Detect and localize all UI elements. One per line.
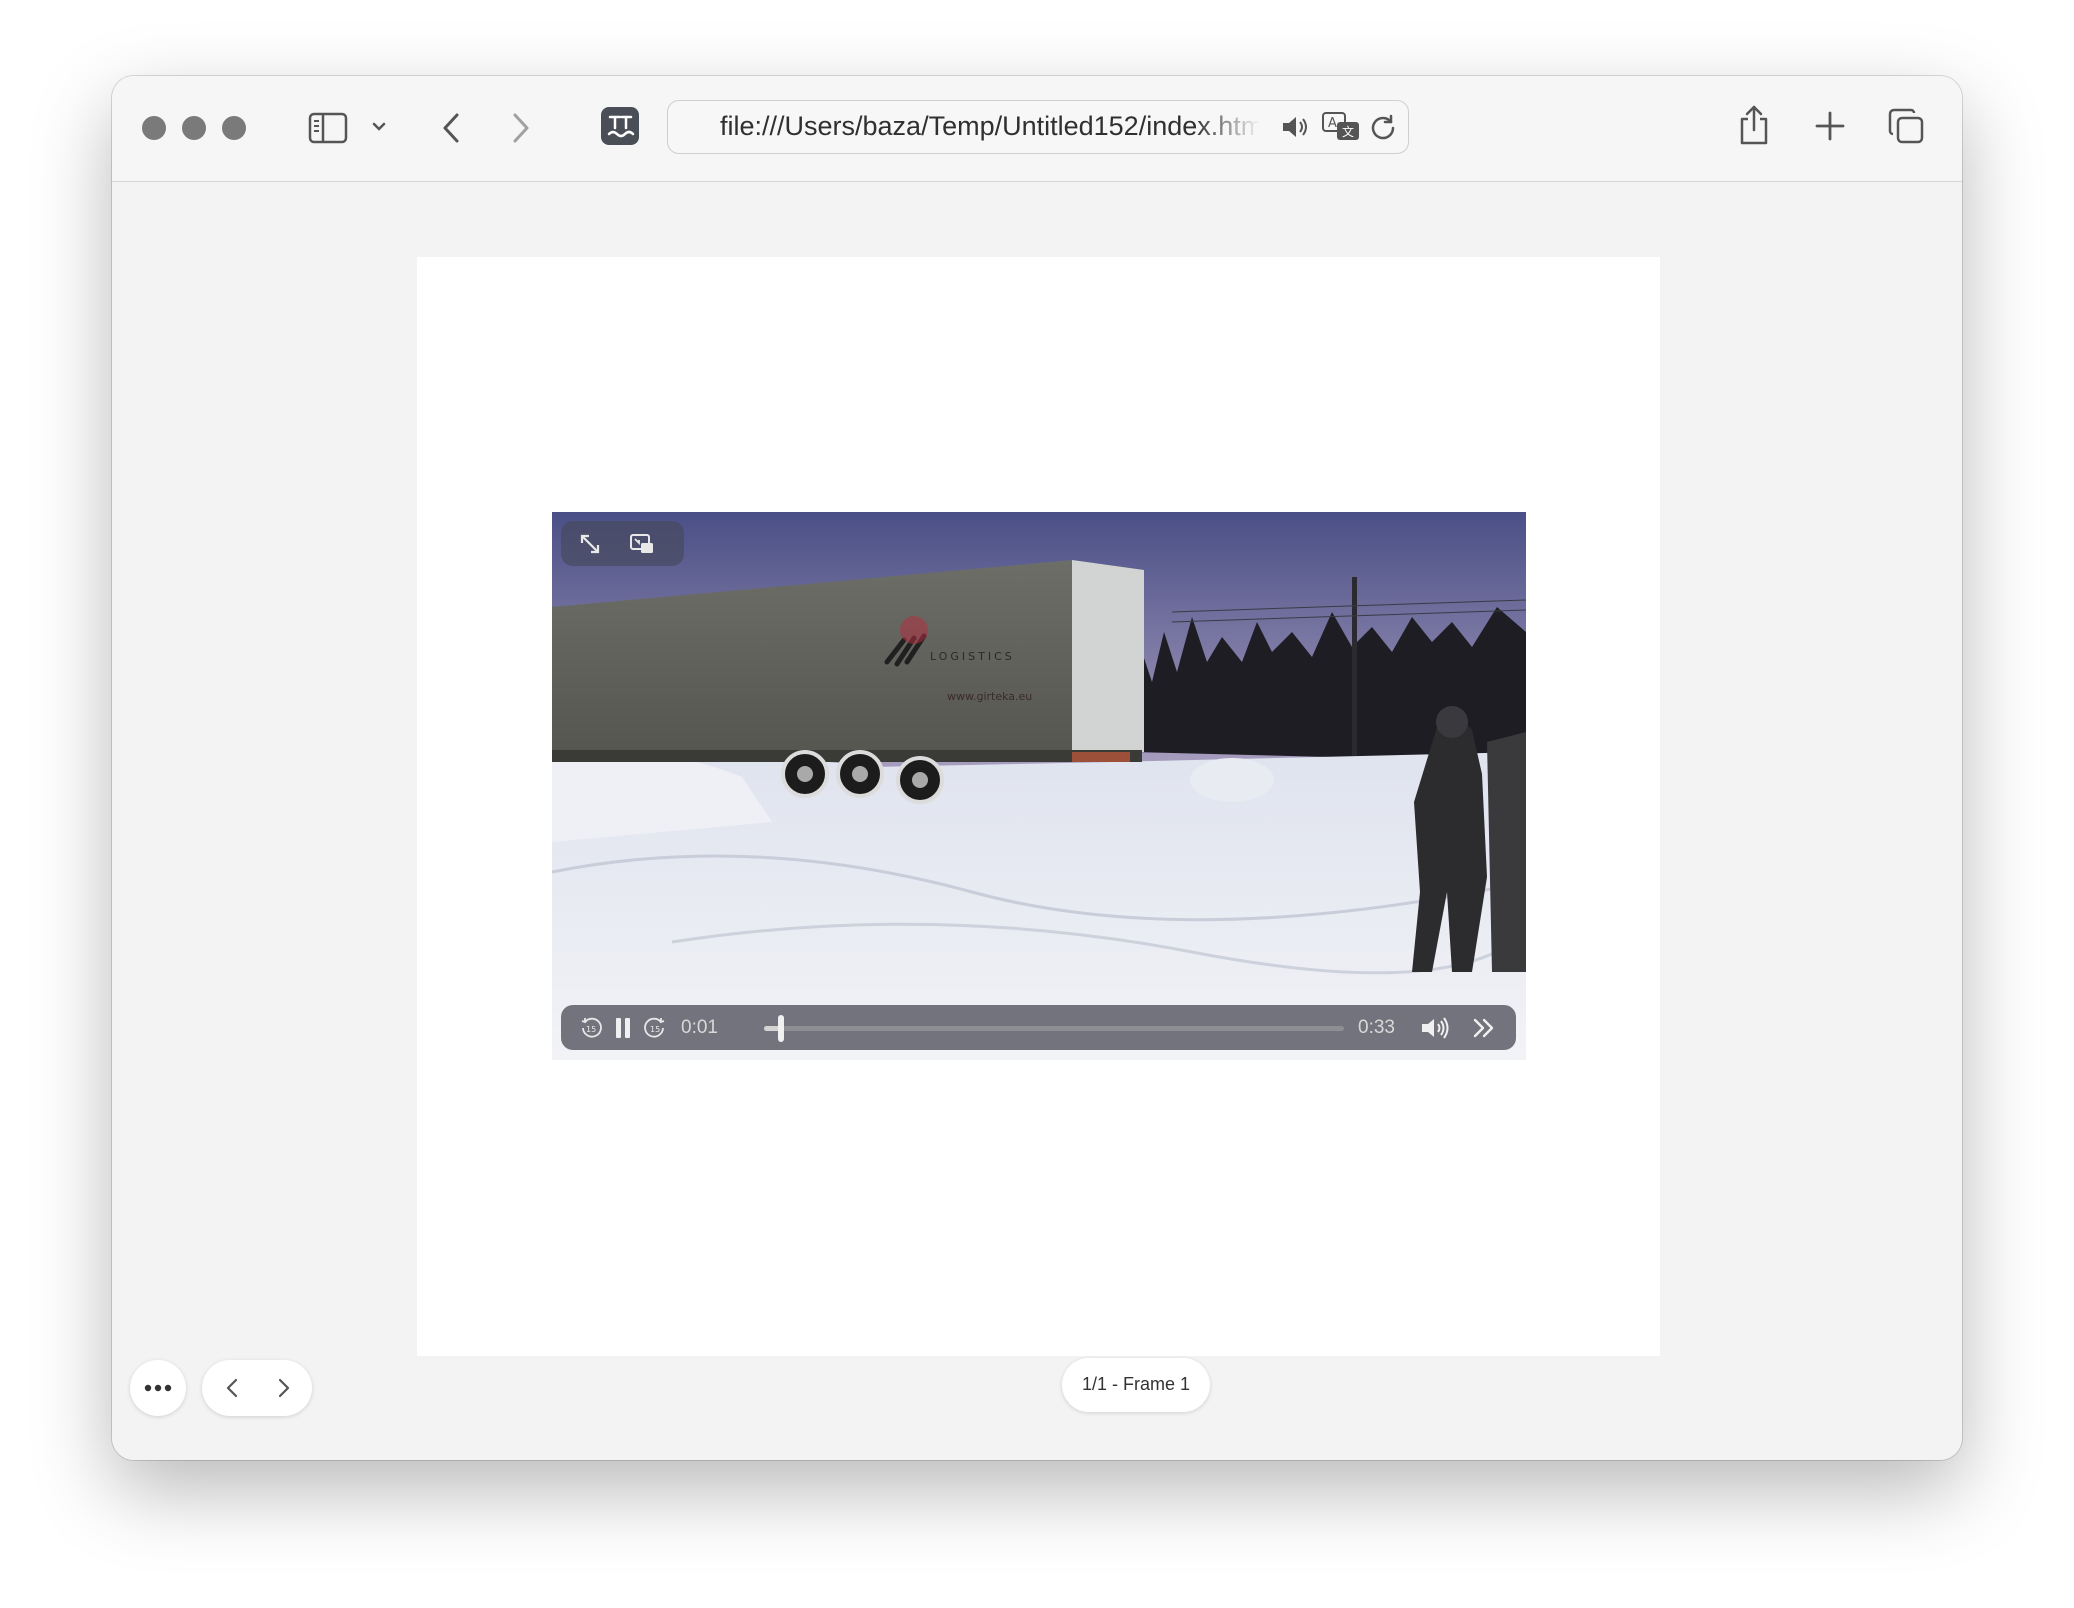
browser-window: file:///Users/baza/Temp/Untitled152/inde…	[112, 76, 1962, 1460]
playback-controls: 15 15 0:01 0:33	[561, 1005, 1516, 1050]
reload-icon[interactable]	[1368, 112, 1398, 142]
share-icon[interactable]	[1736, 102, 1772, 148]
translate-icon[interactable]: A文	[1321, 111, 1361, 143]
browser-content: LOGISTICS www.girteka.eu 15 15 0:01 0:33…	[112, 182, 1962, 1460]
svg-text:文: 文	[1342, 124, 1354, 139]
previous-frame-icon[interactable]	[212, 1360, 252, 1416]
duration: 0:33	[1358, 1017, 1395, 1038]
sidebar-toggle-icon[interactable]	[306, 108, 350, 148]
pip-controls	[561, 521, 684, 566]
video-frame: LOGISTICS www.girteka.eu	[552, 512, 1526, 1060]
picture-in-picture-icon[interactable]	[627, 529, 657, 559]
progress-track[interactable]	[764, 1015, 1344, 1042]
more-options-button[interactable]	[130, 1360, 186, 1416]
next-frame-icon[interactable]	[264, 1360, 304, 1416]
page-canvas: LOGISTICS www.girteka.eu 15 15 0:01 0:33	[417, 257, 1660, 1356]
pause-icon[interactable]	[607, 1013, 639, 1043]
extension-icon[interactable]	[600, 106, 640, 146]
svg-text:A: A	[1328, 116, 1337, 131]
trailer-url: www.girteka.eu	[947, 690, 1032, 703]
skip-back-15-icon[interactable]: 15	[577, 1014, 605, 1042]
url-text[interactable]: file:///Users/baza/Temp/Untitled152/inde…	[720, 101, 1260, 152]
back-arrow-icon[interactable]	[436, 108, 466, 148]
ellipsis-icon	[144, 1384, 172, 1392]
frame-indicator: 1/1 - Frame 1	[1062, 1358, 1210, 1412]
playback-speed-icon[interactable]	[1467, 1013, 1501, 1043]
close-window-button[interactable]	[142, 116, 166, 140]
new-tab-icon[interactable]	[1812, 108, 1848, 144]
minimize-window-button[interactable]	[182, 116, 206, 140]
chevron-down-icon[interactable]	[368, 116, 390, 138]
video-player[interactable]: LOGISTICS www.girteka.eu 15 15 0:01 0:33	[552, 512, 1526, 1060]
browser-toolbar: file:///Users/baza/Temp/Untitled152/inde…	[112, 76, 1962, 182]
volume-icon[interactable]	[1417, 1013, 1453, 1043]
svg-text:15: 15	[586, 1025, 596, 1034]
fullscreen-icon[interactable]	[575, 529, 605, 559]
address-bar[interactable]: file:///Users/baza/Temp/Untitled152/inde…	[667, 100, 1409, 154]
forward-arrow-icon[interactable]	[506, 108, 536, 148]
progress-handle[interactable]	[778, 1015, 785, 1042]
current-time: 0:01	[681, 1017, 718, 1038]
speaker-icon[interactable]	[1280, 113, 1312, 141]
tab-overview-icon[interactable]	[1886, 106, 1926, 146]
svg-text:15: 15	[650, 1025, 660, 1034]
skip-forward-15-icon[interactable]: 15	[641, 1014, 669, 1042]
trailer-brand: LOGISTICS	[930, 650, 1015, 663]
zoom-window-button[interactable]	[222, 116, 246, 140]
frame-navigation	[202, 1360, 312, 1416]
